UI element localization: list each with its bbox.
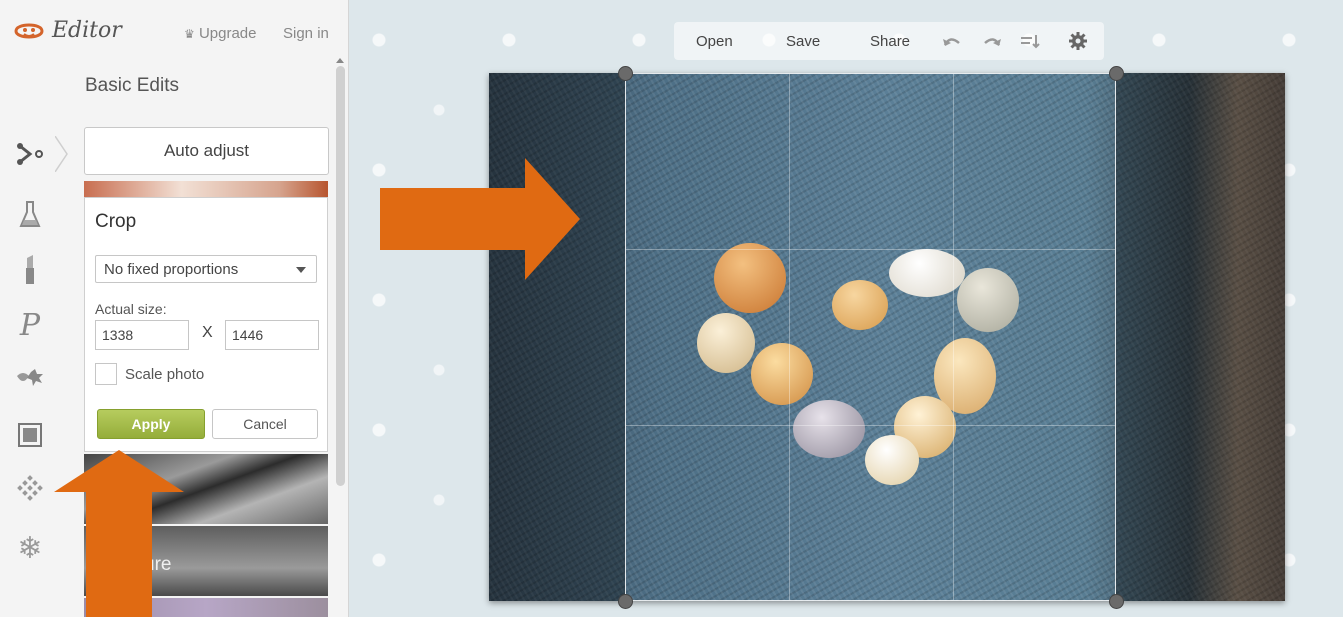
logo[interactable]: Editor (12, 18, 122, 43)
text-p-icon[interactable]: P (12, 307, 48, 343)
effects-flask-icon[interactable] (12, 196, 48, 232)
settings-gear-icon[interactable] (1068, 31, 1088, 51)
tool-rail: P ❄ (0, 62, 68, 617)
brand-name: Editor (52, 18, 122, 43)
touch-up-lipstick-icon[interactable] (12, 252, 48, 288)
save-button[interactable]: Save (786, 33, 820, 50)
annotation-arrow-right (380, 158, 580, 280)
textures-icon[interactable] (12, 472, 48, 508)
effect-thumbnail-strip[interactable] (84, 181, 328, 197)
crop-grid-line (626, 425, 1115, 426)
annotation-arrow-up (54, 450, 184, 617)
overlays-icon[interactable] (12, 362, 48, 398)
scale-photo-checkbox[interactable] (95, 363, 117, 385)
frames-icon[interactable] (12, 417, 48, 453)
share-button[interactable]: Share (870, 33, 910, 50)
crop-outside-shade-right (1116, 73, 1285, 601)
top-bar: Editor ♛ Upgrade Sign in (0, 0, 348, 62)
scale-photo-label: Scale photo (125, 366, 205, 383)
section-title: Basic Edits (85, 75, 179, 96)
proportion-value: No fixed proportions (104, 261, 239, 278)
crop-panel: Crop No fixed proportions Actual size: X… (84, 197, 328, 452)
panel-scrollbar[interactable] (336, 66, 345, 486)
auto-adjust-button[interactable]: Auto adjust (84, 127, 329, 175)
proportion-select[interactable]: No fixed proportions (95, 255, 317, 283)
scroll-up-arrow-icon[interactable] (336, 58, 344, 63)
crop-grid-line (626, 249, 1115, 250)
crown-icon: ♛ (184, 27, 195, 41)
upgrade-link[interactable]: ♛ Upgrade (184, 25, 256, 42)
basic-edits-icon[interactable] (12, 136, 48, 172)
seasonal-snowflake-icon[interactable]: ❄ (12, 530, 48, 566)
open-button[interactable]: Open (696, 33, 733, 50)
size-separator: X (202, 324, 213, 341)
apply-button[interactable]: Apply (97, 409, 205, 439)
sign-in-link[interactable]: Sign in (283, 25, 329, 42)
logo-icon (14, 23, 44, 38)
history-icon[interactable] (1020, 33, 1040, 49)
crop-title: Crop (95, 211, 137, 232)
crop-outside-shade-left (489, 73, 625, 601)
crop-frame[interactable] (625, 73, 1116, 601)
crop-handle-bottom-right[interactable] (1109, 594, 1124, 609)
chevron-down-icon (296, 267, 306, 273)
upgrade-label: Upgrade (198, 25, 257, 42)
crop-handle-top-left[interactable] (618, 66, 633, 81)
cancel-button[interactable]: Cancel (212, 409, 318, 439)
actual-size-label: Actual size: (95, 301, 167, 317)
undo-icon[interactable] (942, 33, 962, 49)
crop-grid-line (789, 74, 790, 600)
crop-handle-top-right[interactable] (1109, 66, 1124, 81)
height-input[interactable] (225, 320, 319, 350)
top-toolbar: Open Save Share (674, 22, 1104, 60)
redo-icon[interactable] (982, 33, 1002, 49)
crop-grid-line (953, 74, 954, 600)
active-tab-pointer (54, 135, 69, 173)
crop-handle-bottom-left[interactable] (618, 594, 633, 609)
width-input[interactable] (95, 320, 189, 350)
